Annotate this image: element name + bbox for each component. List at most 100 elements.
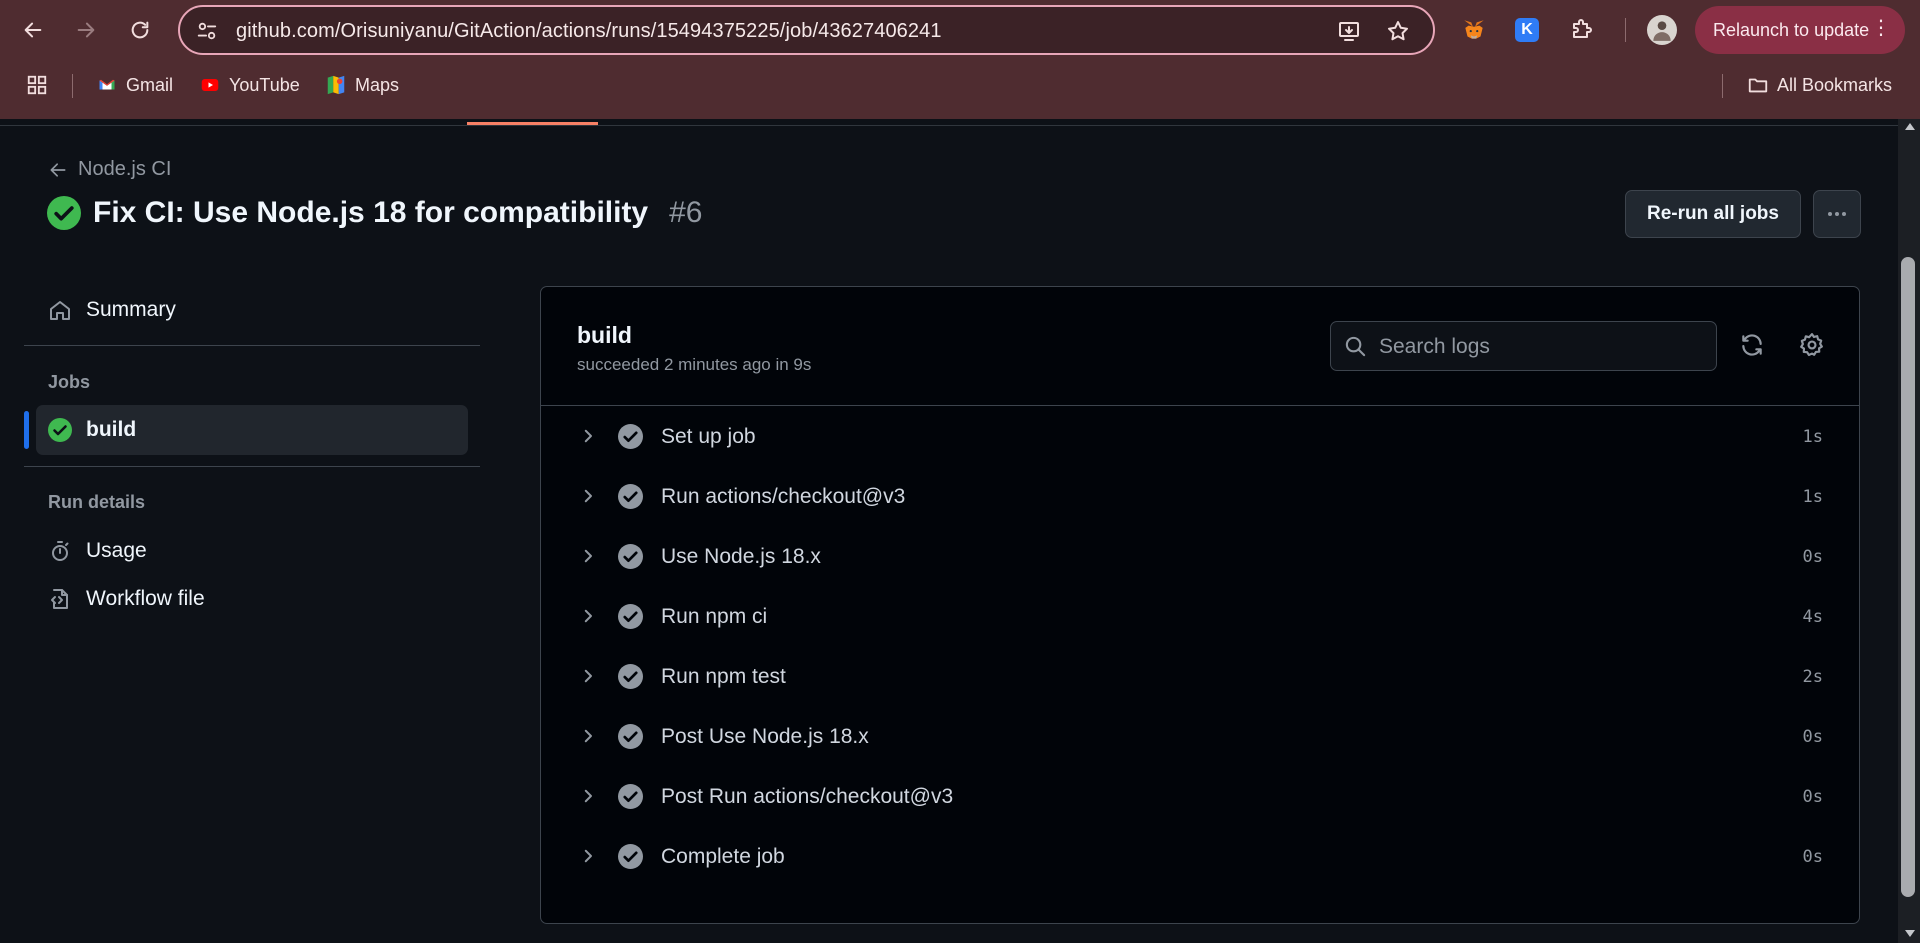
step-name: Post Run actions/checkout@v3 (661, 785, 954, 808)
step-row[interactable]: Post Use Node.js 18.x 0s (541, 707, 1859, 767)
check-circle-fill-icon (618, 424, 643, 449)
bookmark-youtube[interactable]: YouTube (199, 74, 300, 96)
arrow-right-icon (77, 22, 95, 38)
step-row[interactable]: Run actions/checkout@v3 1s (541, 467, 1859, 527)
search-icon (1345, 336, 1366, 357)
bookmarks-divider (72, 74, 73, 98)
arrow-left-icon (50, 162, 66, 177)
check-circle-fill-icon (47, 196, 81, 230)
fox-icon (1464, 20, 1484, 39)
install-app-icon[interactable] (1337, 19, 1361, 43)
check-circle-fill-icon (618, 544, 643, 569)
chevron-right-icon[interactable] (579, 787, 597, 805)
browser-toolbar: github.com/Orisuniyanu/GitAction/actions… (0, 0, 1920, 60)
step-row[interactable]: Complete job 0s (541, 827, 1859, 887)
step-name: Post Use Node.js 18.x (661, 725, 869, 748)
active-tab-underline (467, 122, 598, 125)
kebab-menu-icon[interactable]: ⋮ (1871, 18, 1891, 38)
run-title-text: Fix CI: Use Node.js 18 for compatibility (93, 196, 649, 229)
metamask-extension-icon[interactable] (1459, 15, 1489, 45)
step-name: Run actions/checkout@v3 (661, 485, 906, 508)
settings-button[interactable] (1797, 330, 1827, 360)
job-title: build (577, 322, 632, 348)
rerun-all-jobs-button[interactable]: Re-run all jobs (1625, 190, 1801, 238)
youtube-icon (199, 74, 221, 96)
chevron-right-icon[interactable] (579, 727, 597, 745)
search-logs-input[interactable] (1379, 332, 1699, 362)
site-info-icon[interactable] (196, 20, 218, 42)
page-top-border (0, 119, 1898, 126)
sidebar-divider (24, 345, 480, 346)
back-button[interactable] (14, 11, 52, 49)
bookmarks-bar: Gmail YouTube Maps All Bookmarks (0, 66, 1920, 106)
step-row[interactable]: Set up job 1s (541, 407, 1859, 467)
check-circle-fill-icon (618, 784, 643, 809)
page-title: Fix CI: Use Node.js 18 for compatibility… (47, 196, 703, 230)
browser-chrome: github.com/Orisuniyanu/GitAction/actions… (0, 0, 1920, 119)
step-duration: 0s (1802, 727, 1823, 747)
step-duration: 2s (1802, 667, 1823, 687)
step-row[interactable]: Use Node.js 18.x 0s (541, 527, 1859, 587)
job-status-text: succeeded 2 minutes ago in 9s (577, 355, 812, 374)
check-circle-fill-icon (618, 664, 643, 689)
jobs-heading: Jobs (48, 372, 91, 392)
step-row[interactable]: Run npm test 2s (541, 647, 1859, 707)
relaunch-button[interactable]: Relaunch to update ⋮ (1695, 6, 1905, 54)
check-circle-fill-icon (618, 604, 643, 629)
chevron-right-icon[interactable] (579, 847, 597, 865)
address-bar[interactable]: github.com/Orisuniyanu/GitAction/actions… (178, 5, 1435, 55)
file-code-icon (51, 589, 68, 609)
k-extension-icon[interactable]: K (1512, 15, 1542, 45)
all-bookmarks[interactable]: All Bookmarks (1747, 74, 1892, 96)
search-logs-field[interactable] (1330, 321, 1717, 371)
forward-button[interactable] (67, 11, 105, 49)
step-row[interactable]: Post Run actions/checkout@v3 0s (541, 767, 1859, 827)
gear-icon (1800, 333, 1823, 357)
profile-avatar[interactable] (1647, 15, 1677, 45)
sidebar-item-build[interactable]: build (48, 405, 136, 455)
check-circle-fill-icon (618, 724, 643, 749)
step-duration: 1s (1802, 427, 1823, 447)
home-icon (50, 301, 70, 320)
more-options-button[interactable] (1813, 190, 1861, 238)
workflow-back-link[interactable]: Node.js CI (48, 158, 171, 181)
sidebar-item-usage[interactable]: Usage (36, 527, 147, 575)
step-name: Run npm ci (661, 605, 768, 628)
step-name: Complete job (661, 845, 785, 868)
check-circle-fill-icon (618, 484, 643, 509)
sidebar-divider (24, 466, 480, 467)
sync-icon (1742, 334, 1762, 356)
chevron-right-icon[interactable] (579, 607, 597, 625)
toolbar-divider (1625, 18, 1626, 42)
bookmark-star-icon[interactable] (1386, 19, 1410, 43)
steps-list: Set up job 1s Run actions/checkout@v3 1s… (541, 407, 1859, 887)
stopwatch-icon (52, 541, 69, 561)
arrow-left-icon (24, 22, 42, 38)
chevron-right-icon[interactable] (579, 427, 597, 445)
kebab-horizontal-icon (1828, 212, 1846, 216)
step-duration: 0s (1802, 847, 1823, 867)
bookmark-maps[interactable]: Maps (325, 74, 399, 96)
step-name: Use Node.js 18.x (661, 545, 821, 568)
url-text[interactable]: github.com/Orisuniyanu/GitAction/actions… (236, 20, 942, 43)
step-duration: 0s (1802, 547, 1823, 567)
step-duration: 0s (1802, 787, 1823, 807)
scroll-down-arrow-icon[interactable] (1905, 930, 1915, 937)
sidebar-item-summary[interactable]: Summary (36, 286, 176, 334)
chevron-right-icon[interactable] (579, 547, 597, 565)
step-duration: 4s (1802, 607, 1823, 627)
extensions-puzzle-icon[interactable] (1566, 15, 1596, 45)
job-header: build succeeded 2 minutes ago in 9s (541, 287, 1859, 406)
bookmark-gmail[interactable]: Gmail (96, 74, 173, 96)
refresh-button[interactable] (1737, 330, 1767, 360)
step-row[interactable]: Run npm ci 4s (541, 587, 1859, 647)
gmail-icon (96, 74, 118, 96)
apps-grid-icon[interactable] (26, 74, 48, 96)
reload-button[interactable] (121, 11, 159, 49)
sidebar-item-workflow-file[interactable]: Workflow file (36, 575, 205, 623)
chevron-right-icon[interactable] (579, 487, 597, 505)
scrollbar-thumb[interactable] (1901, 257, 1915, 897)
chevron-right-icon[interactable] (579, 667, 597, 685)
scroll-up-arrow-icon[interactable] (1905, 123, 1915, 130)
reload-icon (131, 21, 149, 39)
